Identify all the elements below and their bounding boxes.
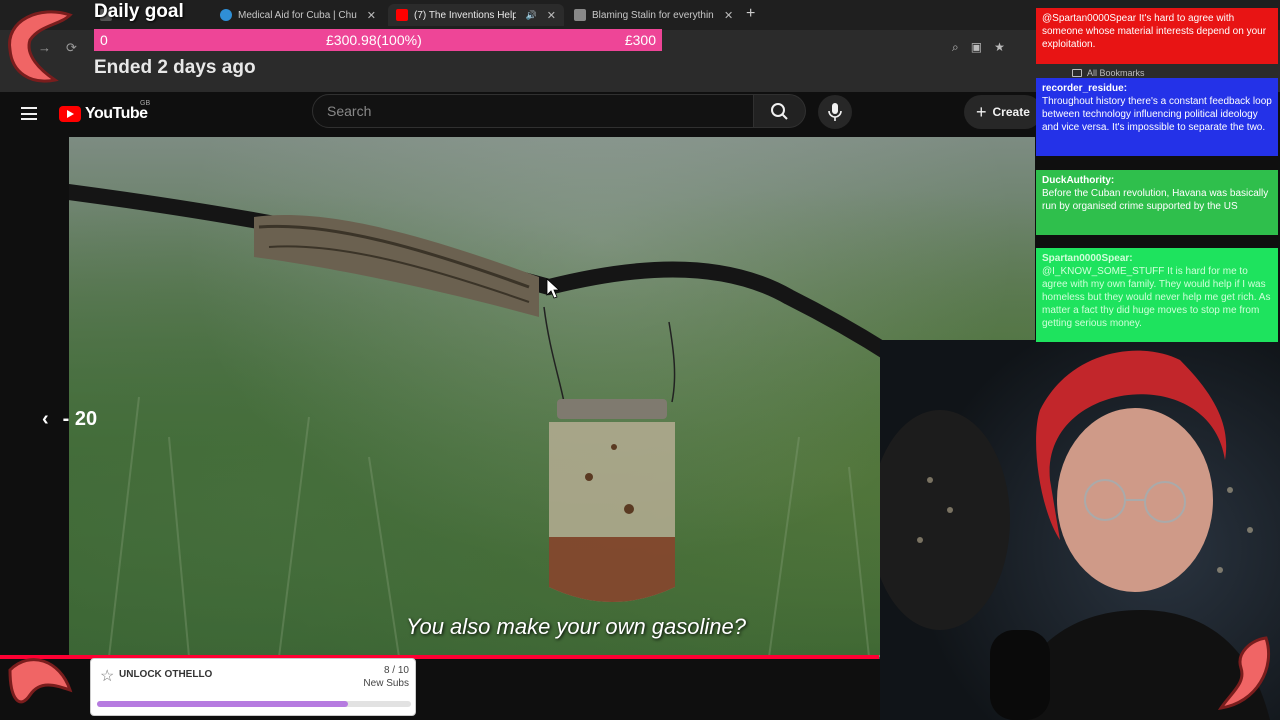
create-label: Create <box>992 105 1030 119</box>
tab-label: (7) The Inventions Helping <box>414 9 516 21</box>
chat-text: Before the Cuban revolution, Havana was … <box>1042 188 1269 212</box>
widget-unit: New Subs <box>363 678 409 689</box>
region-code: GB <box>140 100 151 107</box>
speaker-icon[interactable]: 🔊 <box>526 10 537 21</box>
zoom-icon[interactable]: ⌕ <box>952 40 959 55</box>
tab-favicon-icon <box>220 9 232 21</box>
tab-label: Blaming Stalin for everything w <box>592 9 714 21</box>
goal-start: 0 <box>100 32 108 48</box>
tab-label: Medical Aid for Cuba | Chuffed <box>238 9 357 21</box>
chat-text: @I_KNOW_SOME_STUFF It is hard for me to … <box>1042 266 1271 329</box>
chat-message: DuckAuthority: Before the Cuban revoluti… <box>1036 170 1278 235</box>
widget-progress-bar <box>97 701 411 707</box>
close-icon[interactable]: ✕ <box>547 9 556 22</box>
shrimp-decoration-icon <box>8 10 73 83</box>
tab-blaming-stalin[interactable]: Blaming Stalin for everything w ✕ <box>566 4 742 26</box>
close-icon[interactable]: ✕ <box>367 9 376 22</box>
microphone-icon <box>828 103 842 121</box>
chat-username: recorder_residue: <box>1042 83 1128 94</box>
widget-label: UNLOCK OTHELLO <box>119 669 213 680</box>
voice-search-button[interactable] <box>818 95 852 129</box>
chat-username: Spartan0000Spear: <box>1042 253 1133 264</box>
all-bookmarks[interactable]: All Bookmarks <box>1072 68 1145 78</box>
address-bar-icons: ⌕ ▣ ★ <box>952 40 1005 55</box>
chat-message: recorder_residue: Throughout history the… <box>1036 78 1278 156</box>
shrimp-decoration-icon <box>8 658 73 704</box>
seek-back-indicator: ‹ - 20 <box>42 408 97 431</box>
search-input[interactable]: Search <box>312 94 754 128</box>
logo-text: YouTube <box>85 105 148 122</box>
youtube-header: YouTube GB Search + Create <box>0 92 1042 136</box>
youtube-favicon-icon <box>396 9 408 21</box>
chat-message: @Spartan0000Spear It's hard to agree wit… <box>1036 8 1278 64</box>
chevron-left-icon: ‹ <box>42 408 49 430</box>
shrimp-decoration-icon <box>1217 636 1271 710</box>
tab-favicon-icon <box>574 9 586 21</box>
sub-goal-widget: ☆ UNLOCK OTHELLO 8 / 10 New Subs <box>90 658 416 716</box>
youtube-logo[interactable]: YouTube GB <box>59 100 150 123</box>
bookmarks-label: All Bookmarks <box>1087 68 1145 78</box>
close-icon[interactable]: ✕ <box>724 9 733 22</box>
widget-progress-fill <box>97 701 349 707</box>
search-icon <box>771 103 788 120</box>
chat-username: DuckAuthority: <box>1042 175 1115 186</box>
widget-count: 8 / 10 <box>383 665 409 676</box>
stream-screen: Medical Aid for Cuba | Chuffed ✕ (7) The… <box>0 0 1280 720</box>
cast-icon[interactable]: ▣ <box>971 40 982 55</box>
goal-status: Ended 2 days ago <box>94 57 256 78</box>
chat-text: @Spartan0000Spear It's hard to agree wit… <box>1042 13 1267 50</box>
goal-progress-bar: 0 £300.98(100%) £300 <box>94 29 662 51</box>
star-icon: ☆ <box>100 668 115 685</box>
chat-text: Throughout history there's a constant fe… <box>1042 96 1272 133</box>
chat-message: Spartan0000Spear: @I_KNOW_SOME_STUFF It … <box>1036 248 1278 342</box>
plus-icon: + <box>976 101 987 122</box>
goal-title: Daily goal <box>94 1 184 22</box>
seek-label: - 20 <box>62 408 98 430</box>
bookmark-star-icon[interactable]: ★ <box>994 40 1005 55</box>
folder-icon <box>1072 69 1082 77</box>
create-button[interactable]: + Create <box>964 95 1042 129</box>
goal-target: £300 <box>624 32 656 48</box>
menu-icon[interactable] <box>21 107 37 120</box>
tab-inventions[interactable]: (7) The Inventions Helping 🔊 ✕ <box>388 4 564 26</box>
search-button[interactable] <box>754 94 806 128</box>
widget-count-block: 8 / 10 New Subs <box>363 664 409 690</box>
youtube-play-icon <box>59 106 81 122</box>
new-tab-button[interactable]: + <box>746 5 755 23</box>
goal-current: £300.98(100%) <box>326 32 422 48</box>
tab-medical-aid[interactable]: Medical Aid for Cuba | Chuffed ✕ <box>212 4 384 26</box>
